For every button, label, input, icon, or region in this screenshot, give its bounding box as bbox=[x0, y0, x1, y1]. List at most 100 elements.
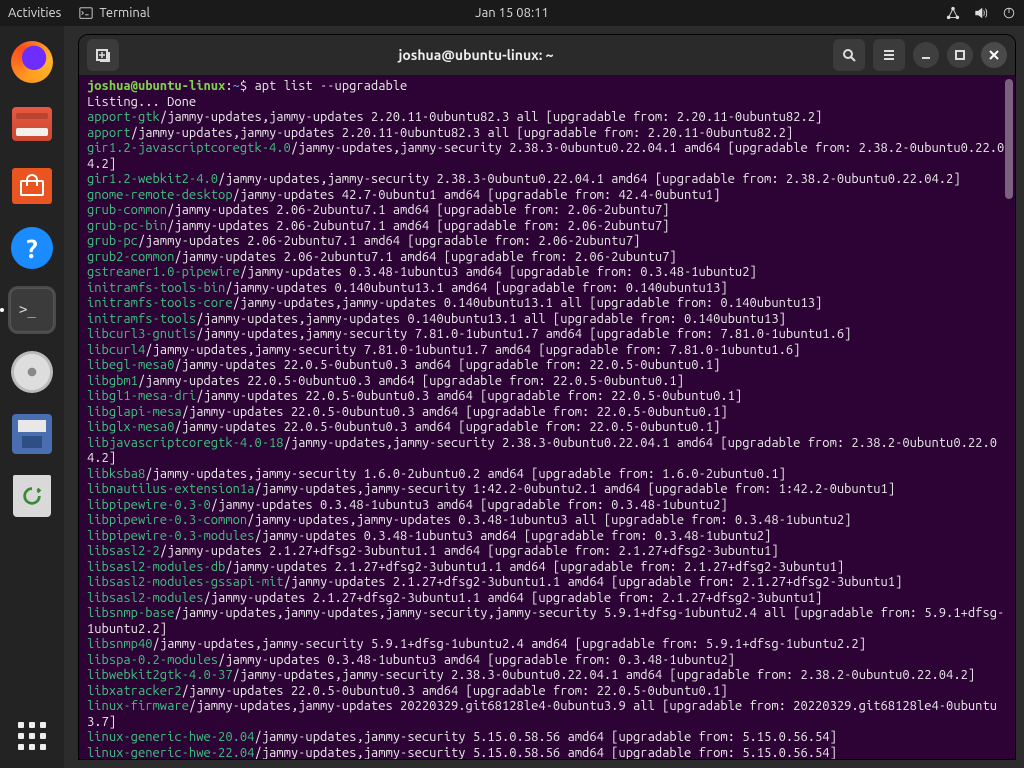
topbar-app-indicator[interactable]: Terminal bbox=[79, 6, 150, 20]
ubuntu-dock: ? >_ bbox=[0, 26, 64, 768]
package-name: linux-generic-hwe-22.04 bbox=[87, 746, 254, 760]
package-line: linux-generic-hwe-22.04/jammy-updates,ja… bbox=[87, 746, 1007, 760]
package-name: gstreamer1.0-pipewire bbox=[87, 265, 240, 279]
package-name: libksba8 bbox=[87, 467, 145, 481]
dock-terminal[interactable]: >_ bbox=[8, 286, 56, 334]
search-button[interactable] bbox=[833, 39, 865, 71]
new-tab-button[interactable] bbox=[87, 39, 119, 71]
dock-help[interactable]: ? bbox=[8, 224, 56, 272]
package-detail: /jammy-updates 2.1.27+dfsg2-3ubuntu1.1 a… bbox=[160, 544, 779, 558]
network-icon[interactable] bbox=[946, 6, 960, 20]
package-line: libjavascriptcoregtk-4.0-18/jammy-update… bbox=[87, 436, 1007, 467]
disc-icon bbox=[11, 351, 53, 393]
hamburger-menu-button[interactable] bbox=[873, 39, 905, 71]
package-name: libsnmp40 bbox=[87, 637, 153, 651]
package-detail: /jammy-updates,jammy-updates,jammy-secur… bbox=[87, 606, 1004, 636]
package-detail: /jammy-updates,jammy-security 7.81.0-1ub… bbox=[145, 343, 800, 357]
trash-icon bbox=[13, 475, 51, 517]
topbar-clock[interactable]: Jan 15 08:11 bbox=[475, 6, 549, 20]
package-detail: /jammy-updates,jammy-security 2.38.3-0ub… bbox=[218, 172, 961, 186]
package-line: libspa-0.2-modules/jammy-updates 0.3.48-… bbox=[87, 653, 1007, 669]
package-detail: /jammy-updates,jammy-updates 2.20.11-0ub… bbox=[160, 110, 822, 124]
maximize-button[interactable] bbox=[947, 42, 973, 68]
package-line: grub-common/jammy-updates 2.06-2ubuntu7.… bbox=[87, 203, 1007, 219]
package-detail: /jammy-updates 2.06-2ubuntu7.1 amd64 [up… bbox=[174, 250, 676, 264]
package-line: apport-gtk/jammy-updates,jammy-updates 2… bbox=[87, 110, 1007, 126]
package-name: libjavascriptcoregtk-4.0-18 bbox=[87, 436, 284, 450]
package-detail: /jammy-updates,jammy-updates 0.140ubuntu… bbox=[196, 312, 786, 326]
package-name: libcurl3-gnutls bbox=[87, 327, 196, 341]
package-name: libxatracker2 bbox=[87, 684, 182, 698]
volume-icon[interactable] bbox=[974, 6, 988, 20]
package-detail: /jammy-updates 22.0.5-0ubuntu0.3 amd64 [… bbox=[138, 374, 684, 388]
package-detail: /jammy-updates 0.140ubuntu13.1 amd64 [up… bbox=[225, 281, 727, 295]
package-detail: /jammy-updates,jammy-security 1.6.0-2ubu… bbox=[145, 467, 786, 481]
help-icon: ? bbox=[11, 227, 53, 269]
package-line: libpipewire-0.3-modules/jammy-updates 0.… bbox=[87, 529, 1007, 545]
dock-software[interactable] bbox=[8, 162, 56, 210]
package-detail: /jammy-updates,jammy-updates 0.140ubuntu… bbox=[233, 296, 823, 310]
terminal-output[interactable]: joshua@ubuntu-linux:~$ apt list --upgrad… bbox=[79, 75, 1015, 759]
minimize-button[interactable] bbox=[913, 42, 939, 68]
power-icon[interactable] bbox=[1002, 6, 1016, 20]
package-name: initramfs-tools-bin bbox=[87, 281, 225, 295]
dock-save[interactable] bbox=[8, 410, 56, 458]
package-line: linux-generic-hwe-20.04/jammy-updates,ja… bbox=[87, 730, 1007, 746]
package-line: apport/jammy-updates,jammy-updates 2.20.… bbox=[87, 126, 1007, 142]
terminal-window: joshua@ubuntu-linux: ~ joshua@ubuntu-lin… bbox=[78, 34, 1016, 760]
package-detail: /jammy-updates 0.3.48-1ubuntu3 amd64 [up… bbox=[254, 529, 771, 543]
package-name: gir1.2-webkit2-4.0 bbox=[87, 172, 218, 186]
package-line: libpipewire-0.3-common/jammy-updates,jam… bbox=[87, 513, 1007, 529]
package-name: libnautilus-extension1a bbox=[87, 482, 254, 496]
package-name: libpipewire-0.3-modules bbox=[87, 529, 254, 543]
prompt-line: joshua@ubuntu-linux:~$ apt list --upgrad… bbox=[87, 79, 1007, 95]
package-name: grub-pc-bin bbox=[87, 219, 167, 233]
close-button[interactable] bbox=[981, 42, 1007, 68]
floppy-icon bbox=[12, 414, 52, 454]
window-titlebar[interactable]: joshua@ubuntu-linux: ~ bbox=[79, 35, 1015, 75]
package-detail: /jammy-updates 2.06-2ubuntu7.1 amd64 [up… bbox=[167, 219, 669, 233]
package-line: gstreamer1.0-pipewire/jammy-updates 0.3.… bbox=[87, 265, 1007, 281]
package-name: libglapi-mesa bbox=[87, 405, 182, 419]
package-detail: /jammy-updates 42.7-0ubuntu1 amd64 [upgr… bbox=[233, 188, 721, 202]
package-name: gnome-remote-desktop bbox=[87, 188, 233, 202]
package-line: grub2-common/jammy-updates 2.06-2ubuntu7… bbox=[87, 250, 1007, 266]
package-name: libgl1-mesa-dri bbox=[87, 389, 196, 403]
package-detail: /jammy-updates 22.0.5-0ubuntu0.3 amd64 [… bbox=[196, 389, 742, 403]
package-name: gir1.2-javascriptcoregtk-4.0 bbox=[87, 141, 291, 155]
scrollbar-thumb[interactable] bbox=[1005, 79, 1013, 199]
package-name: initramfs-tools bbox=[87, 312, 196, 326]
listing-line: Listing... Done bbox=[87, 95, 1007, 111]
dock-firefox[interactable] bbox=[8, 38, 56, 86]
package-name: libegl-mesa0 bbox=[87, 358, 174, 372]
package-detail: /jammy-updates 0.3.48-1ubuntu3 amd64 [up… bbox=[211, 498, 728, 512]
package-detail: /jammy-updates 2.1.27+dfsg2-3ubuntu1.1 a… bbox=[203, 591, 822, 605]
dock-trash[interactable] bbox=[8, 472, 56, 520]
package-line: libxatracker2/jammy-updates 22.0.5-0ubun… bbox=[87, 684, 1007, 700]
package-detail: /jammy-updates,jammy-security 5.15.0.58.… bbox=[254, 746, 836, 760]
package-line: libsasl2-modules-db/jammy-updates 2.1.27… bbox=[87, 560, 1007, 576]
package-line: libsasl2-modules-gssapi-mit/jammy-update… bbox=[87, 575, 1007, 591]
package-name: libglx-mesa0 bbox=[87, 420, 174, 434]
package-line: libegl-mesa0/jammy-updates 22.0.5-0ubunt… bbox=[87, 358, 1007, 374]
package-detail: /jammy-updates 2.06-2ubuntu7.1 amd64 [up… bbox=[138, 234, 640, 248]
package-detail: /jammy-updates,jammy-security 2.38.3-0ub… bbox=[233, 668, 976, 682]
package-line: libsnmp40/jammy-updates,jammy-security 5… bbox=[87, 637, 1007, 653]
package-line: libsasl2-2/jammy-updates 2.1.27+dfsg2-3u… bbox=[87, 544, 1007, 560]
dock-files[interactable] bbox=[8, 100, 56, 148]
package-line: libwebkit2gtk-4.0-37/jammy-updates,jammy… bbox=[87, 668, 1007, 684]
package-line: libcurl4/jammy-updates,jammy-security 7.… bbox=[87, 343, 1007, 359]
package-line: libsasl2-modules/jammy-updates 2.1.27+df… bbox=[87, 591, 1007, 607]
package-name: linux-generic-hwe-20.04 bbox=[87, 730, 254, 744]
package-name: libsasl2-2 bbox=[87, 544, 160, 558]
dock-disc[interactable] bbox=[8, 348, 56, 396]
package-name: libpipewire-0.3-common bbox=[87, 513, 247, 527]
dock-show-apps[interactable] bbox=[14, 718, 50, 754]
package-detail: /jammy-updates 22.0.5-0ubuntu0.3 amd64 [… bbox=[174, 420, 720, 434]
package-name: libpipewire-0.3-0 bbox=[87, 498, 211, 512]
activities-button[interactable]: Activities bbox=[8, 6, 61, 20]
software-store-icon bbox=[12, 168, 52, 204]
package-detail: /jammy-updates 0.3.48-1ubuntu3 amd64 [up… bbox=[240, 265, 757, 279]
package-name: libsasl2-modules-db bbox=[87, 560, 225, 574]
package-detail: /jammy-updates,jammy-updates 2.20.11-0ub… bbox=[131, 126, 793, 140]
